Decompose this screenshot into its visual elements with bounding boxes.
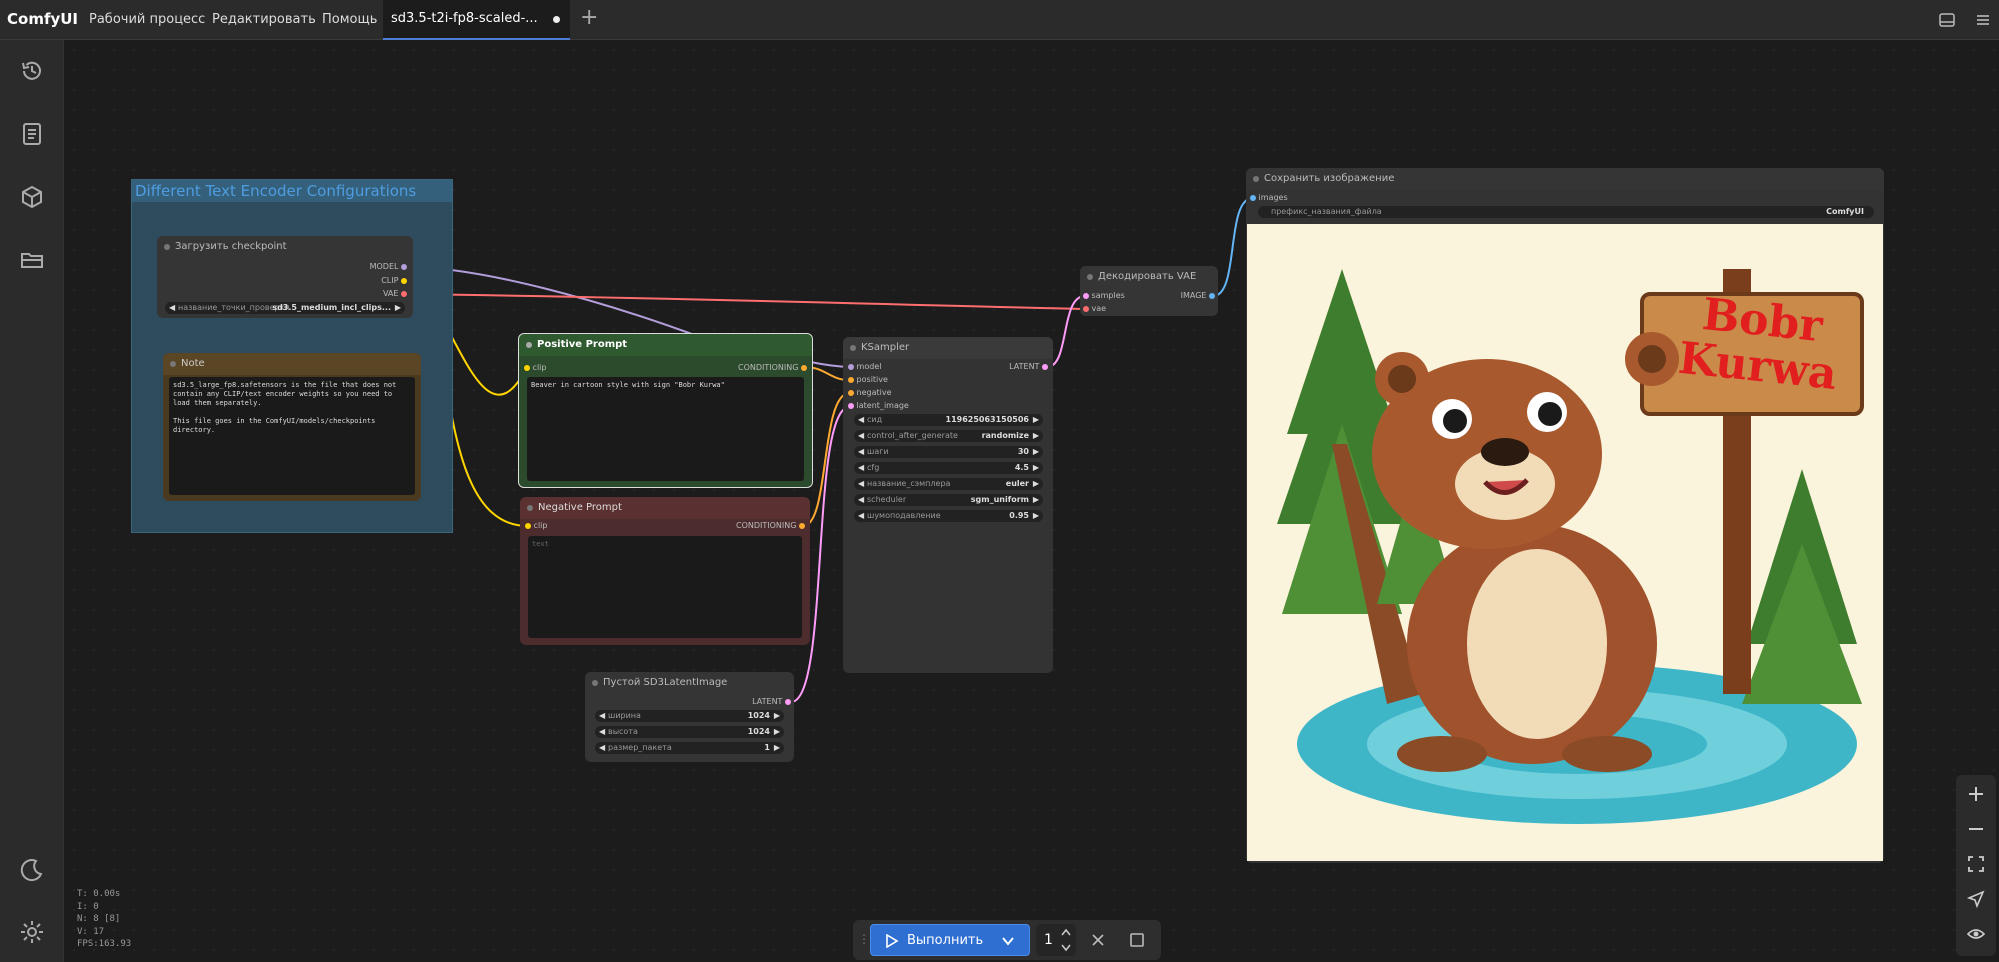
sampler-name-widget[interactable]: ◀ название_сэмплера euler ▶ [854, 478, 1043, 490]
denoise-widget[interactable]: ◀ шумоподавление 0.95 ▶ [854, 510, 1043, 522]
node-title[interactable]: Сохранить изображение [1246, 168, 1884, 190]
node-title[interactable]: KSampler [843, 337, 1053, 359]
play-icon [886, 934, 899, 948]
node-title[interactable]: Positive Prompt [519, 334, 812, 356]
input-positive[interactable]: positive [848, 375, 888, 385]
output-model[interactable]: MODEL [370, 262, 407, 272]
stepper-icon[interactable] [1060, 926, 1072, 954]
batch-count-value: 1 [1044, 932, 1053, 948]
input-samples[interactable]: samples [1083, 291, 1125, 301]
width-widget[interactable]: ◀ ширина 1024 ▶ [595, 710, 784, 722]
batch-size-widget[interactable]: ◀ размер_пакета 1 ▶ [595, 742, 784, 754]
node-title[interactable]: Декодировать VAE [1080, 266, 1218, 288]
output-latent[interactable]: LATENT [1009, 362, 1048, 372]
control-after-generate-widget[interactable]: ◀ control_after_generate randomize ▶ [854, 430, 1043, 442]
run-button[interactable]: Выполнить [870, 924, 1030, 956]
stat-time: T: 0.00s [77, 889, 121, 899]
steps-widget[interactable]: ◀ шаги 30 ▶ [854, 446, 1043, 458]
scheduler-widget[interactable]: ◀ scheduler sgm_uniform ▶ [854, 494, 1043, 506]
collapse-dot-icon[interactable] [850, 345, 856, 351]
output-conditioning[interactable]: CONDITIONING [738, 363, 807, 373]
input-negative[interactable]: negative [848, 388, 892, 398]
input-clip[interactable]: clip [525, 521, 547, 531]
fit-view-icon[interactable] [1967, 855, 1985, 873]
input-vae[interactable]: vae [1083, 304, 1106, 314]
checkpoint-name-widget[interactable]: ◀ название_точки_проверки sd3.5_medium_i… [165, 302, 405, 314]
empty-latent-node[interactable]: Пустой SD3LatentImage LATENT ◀ ширина 1024… [585, 672, 794, 762]
collapse-dot-icon[interactable] [526, 342, 532, 348]
collapse-dot-icon[interactable] [1087, 274, 1093, 280]
stat-vertices: V: 17 [77, 926, 105, 937]
input-clip[interactable]: clip [524, 363, 546, 373]
note-node[interactable]: Note sd3.5_large_fp8.safetensors is the … [163, 353, 421, 501]
stat-iterations: I: 0 [77, 901, 99, 912]
negative-prompt-text[interactable]: text [528, 536, 802, 638]
negative-prompt-node[interactable]: Negative Prompt clip CONDITIONING text [520, 497, 810, 645]
note-text[interactable]: sd3.5_large_fp8.safetensors is the file … [169, 377, 415, 495]
run-button-label: Выполнить [907, 933, 984, 948]
queue-run-bar: ⋮ Выполнить 1 [853, 920, 1161, 960]
select-pointer-icon[interactable] [1967, 890, 1985, 908]
generated-image[interactable]: Bobr Kurwa [1247, 224, 1883, 861]
node-title[interactable]: Пустой SD3LatentImage [585, 672, 794, 694]
input-images[interactable]: images [1250, 193, 1288, 203]
output-conditioning[interactable]: CONDITIONING [736, 521, 805, 531]
height-widget[interactable]: ◀ высота 1024 ▶ [595, 726, 784, 738]
output-clip[interactable]: CLIP [381, 276, 407, 286]
stat-nodes: N: 8 [8] [77, 914, 121, 924]
group-title[interactable]: Different Text Encoder Configurations [132, 180, 452, 202]
collapse-dot-icon[interactable] [527, 505, 533, 511]
zoom-out-icon[interactable] [1967, 820, 1985, 838]
node-title[interactable]: Note [163, 353, 421, 375]
output-image[interactable]: IMAGE [1181, 291, 1215, 301]
positive-prompt-node[interactable]: Positive Prompt clip CONDITIONING Beaver… [518, 333, 813, 488]
vae-decode-node[interactable]: Декодировать VAE samples vae IMAGE [1080, 266, 1218, 316]
input-latent-image[interactable]: latent_image [848, 401, 909, 411]
collapse-dot-icon[interactable] [592, 680, 598, 686]
stop-square-icon[interactable] [1130, 933, 1144, 947]
collapse-dot-icon[interactable] [164, 244, 170, 250]
output-vae[interactable]: VAE [383, 289, 407, 299]
ksampler-node[interactable]: KSampler model positive negative latent_… [843, 337, 1053, 673]
render-stats: T: 0.00s I: 0 N: 8 [8] V: 17 FPS:163.93 [77, 888, 131, 951]
toggle-links-eye-icon[interactable] [1967, 925, 1985, 943]
collapse-dot-icon[interactable] [1253, 176, 1259, 182]
filename-prefix-widget[interactable]: префикс_названия_файла ComfyUI [1258, 206, 1874, 218]
node-title[interactable]: Negative Prompt [520, 497, 810, 519]
batch-count-input[interactable]: 1 [1036, 924, 1076, 956]
link-vae [407, 293, 1086, 310]
cfg-widget[interactable]: ◀ cfg 4.5 ▶ [854, 462, 1043, 474]
collapse-dot-icon[interactable] [170, 361, 176, 367]
canvas-controls [1956, 775, 1996, 956]
stat-fps: FPS:163.93 [77, 939, 132, 949]
cancel-close-icon[interactable] [1091, 933, 1105, 947]
input-model[interactable]: model [848, 362, 881, 372]
seed-widget[interactable]: ◀ сид 119625063150506 ▶ [854, 414, 1043, 426]
zoom-in-icon[interactable] [1967, 785, 1985, 803]
output-latent[interactable]: LATENT [752, 697, 791, 707]
sign-text: Bobr Kurwa [1661, 288, 1860, 400]
positive-prompt-text[interactable]: Beaver in cartoon style with sign "Bobr … [527, 377, 804, 481]
drag-handle-icon[interactable]: ⋮ [858, 932, 870, 946]
node-title[interactable]: Загрузить checkpoint [157, 236, 413, 258]
chevron-down-icon[interactable] [1001, 935, 1015, 947]
load-checkpoint-node[interactable]: Загрузить checkpoint MODEL CLIP VAE ◀ на… [157, 236, 413, 318]
